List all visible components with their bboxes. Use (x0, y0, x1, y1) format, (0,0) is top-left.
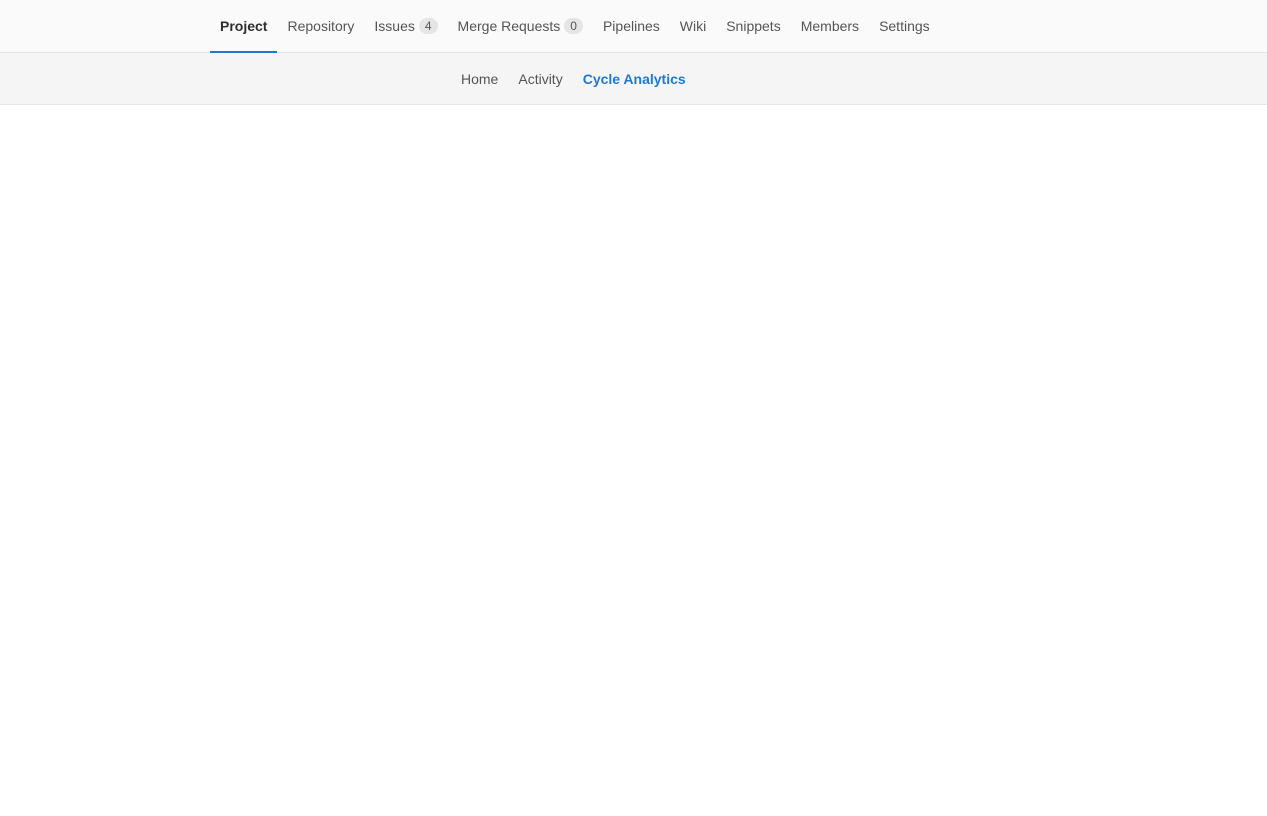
tab-merge-requests[interactable]: Merge Requests 0 (448, 0, 593, 53)
tab-issues-label: Issues (374, 17, 415, 34)
tab-snippets[interactable]: Snippets (716, 0, 790, 53)
tab-wiki[interactable]: Wiki (670, 0, 716, 53)
tab-repository[interactable]: Repository (277, 0, 364, 53)
tab-members-label: Members (800, 17, 860, 34)
project-top-nav: Project Repository Issues 4 Merge Reques… (0, 0, 1267, 53)
tab-repository-label: Repository (287, 17, 355, 34)
tab-pipelines[interactable]: Pipelines (593, 0, 670, 53)
issues-count-badge: 4 (418, 17, 438, 34)
subtab-activity[interactable]: Activity (508, 71, 572, 87)
subtab-cycle-analytics[interactable]: Cycle Analytics (573, 71, 696, 87)
tab-wiki-label: Wiki (679, 17, 707, 34)
tab-merge-requests-label: Merge Requests (457, 17, 561, 34)
tab-pipelines-label: Pipelines (602, 17, 660, 34)
project-sub-tabs: Home Activity Cycle Analytics (451, 53, 696, 104)
tab-settings[interactable]: Settings (869, 0, 940, 53)
tab-snippets-label: Snippets (726, 17, 781, 34)
project-tabs: Project Repository Issues 4 Merge Reques… (210, 0, 940, 53)
tab-issues[interactable]: Issues 4 (364, 0, 447, 53)
tab-members[interactable]: Members (791, 0, 869, 53)
tab-project-label: Project (220, 17, 268, 34)
merge-requests-count-badge: 0 (564, 17, 583, 34)
project-sub-nav: Home Activity Cycle Analytics (0, 53, 1267, 105)
subtab-home[interactable]: Home (451, 71, 508, 87)
tab-settings-label: Settings (879, 17, 930, 34)
main-content (0, 105, 1267, 816)
tab-project[interactable]: Project (210, 0, 278, 53)
